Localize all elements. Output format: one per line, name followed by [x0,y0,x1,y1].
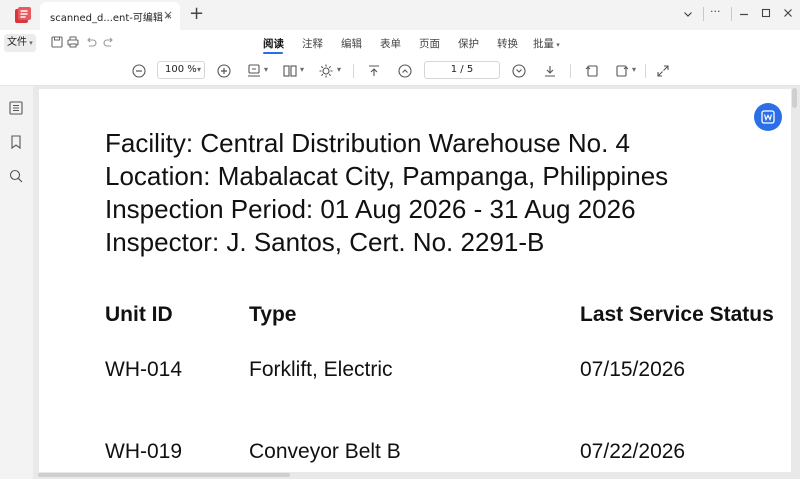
chevron-down-icon[interactable]: ▾ [300,65,304,74]
table-cell-type: Conveyor Belt B [249,440,401,463]
first-page-icon[interactable] [366,63,382,79]
next-page-icon[interactable] [511,63,527,79]
inspector-line: Inspector: J. Santos, Cert. No. 2291-B [105,227,545,257]
tab-page[interactable]: 页面 [419,36,440,51]
page-layout-icon[interactable] [282,63,298,79]
tab-edit[interactable]: 编辑 [341,36,362,51]
tab-title: scanned_d...ent-可编辑 * [50,13,172,24]
chevron-down-icon[interactable] [683,9,693,19]
tab-batch[interactable]: 批量 ▾ [533,36,560,51]
more-menu-button[interactable]: ··· [710,5,721,18]
zoom-out-icon[interactable] [131,63,147,79]
file-menu-label: 文件 [7,37,27,48]
table-cell-unit-id: WH-019 [105,440,183,463]
zoom-value: 100 % [165,64,197,75]
chevron-down-icon[interactable]: ▾ [337,65,341,74]
previous-page-icon[interactable] [397,63,413,79]
table-cell-type: Forklift, Electric [249,358,393,381]
document-page: Facility: Central Distribution Warehouse… [39,89,791,473]
separator [570,64,571,78]
undo-icon[interactable] [84,35,98,49]
left-sidebar [0,86,33,479]
minimize-icon[interactable] [739,9,749,19]
facility-info: Facility: Central Distribution Warehouse… [105,127,668,259]
page-indicator: 1 / 5 [450,64,474,75]
word-convert-icon [761,110,775,124]
file-menu[interactable]: 文件 ▾ [4,34,36,52]
column-header-last-service: Last Service Status [580,303,774,326]
convert-to-word-button[interactable] [754,103,782,131]
zoom-select[interactable]: 100 % ▾ [157,61,205,79]
column-header-unit-id: Unit ID [105,303,173,326]
menu-bar: 文件 ▾ 阅读 注释 编辑 表单 页面 保护 转换 批量 ▾ [0,30,800,56]
title-bar: scanned_d...ent-可编辑 * × + ··· [0,0,800,30]
print-icon[interactable] [66,35,80,49]
separator [645,64,646,78]
pdf-app-icon [15,7,31,23]
redo-icon[interactable] [102,35,116,49]
bookmark-icon[interactable] [8,134,24,150]
vertical-scrollbar[interactable] [792,88,797,108]
search-icon[interactable] [8,168,24,184]
page-number-input[interactable]: 1 / 5 [424,61,500,79]
tab-batch-label: 批量 [533,38,554,50]
table-cell-unit-id: WH-014 [105,358,183,381]
tab-read[interactable]: 阅读 [263,36,284,51]
maximize-icon[interactable] [761,8,771,18]
rotate-right-icon[interactable] [614,63,630,79]
thumbnails-icon[interactable] [8,100,24,116]
tab-convert[interactable]: 转换 [497,36,518,51]
facility-line: Facility: Central Distribution Warehouse… [105,128,631,158]
zoom-in-icon[interactable] [216,63,232,79]
chevron-down-icon: ▾ [196,65,201,74]
last-page-icon[interactable] [542,63,558,79]
save-icon[interactable] [50,35,64,49]
tab-form[interactable]: 表单 [380,36,401,51]
chevron-down-icon[interactable]: ▾ [632,65,636,74]
close-icon[interactable] [783,8,793,18]
table-cell-last-service: 07/15/2026 [580,358,686,381]
rotate-left-icon[interactable] [584,63,600,79]
separator [703,7,704,21]
active-tab-indicator [263,52,283,54]
fullscreen-icon[interactable] [655,63,671,79]
tab-annotate[interactable]: 注释 [302,36,323,51]
new-tab-button[interactable]: + [189,3,204,24]
document-viewport[interactable]: Facility: Central Distribution Warehouse… [33,86,800,479]
separator [353,64,354,78]
table-cell-last-service: 07/22/2026 [580,440,686,463]
separator [731,7,732,21]
stamp-icon[interactable] [246,63,262,79]
column-header-type: Type [249,303,297,326]
view-toolbar: 100 % ▾ ▾ ▾ ▾ 1 / 5 ▾ [0,56,800,86]
brightness-icon[interactable] [318,63,334,79]
tab-close-icon[interactable]: × [163,8,173,22]
location-line: Location: Mabalacat City, Pampanga, Phil… [105,161,669,191]
document-tab[interactable]: scanned_d...ent-可编辑 * × [40,2,180,30]
chevron-down-icon[interactable]: ▾ [264,65,268,74]
inspection-period-line: Inspection Period: 01 Aug 2026 - 31 Aug … [105,194,636,224]
horizontal-scrollbar[interactable] [38,473,290,477]
tab-protect[interactable]: 保护 [458,36,479,51]
